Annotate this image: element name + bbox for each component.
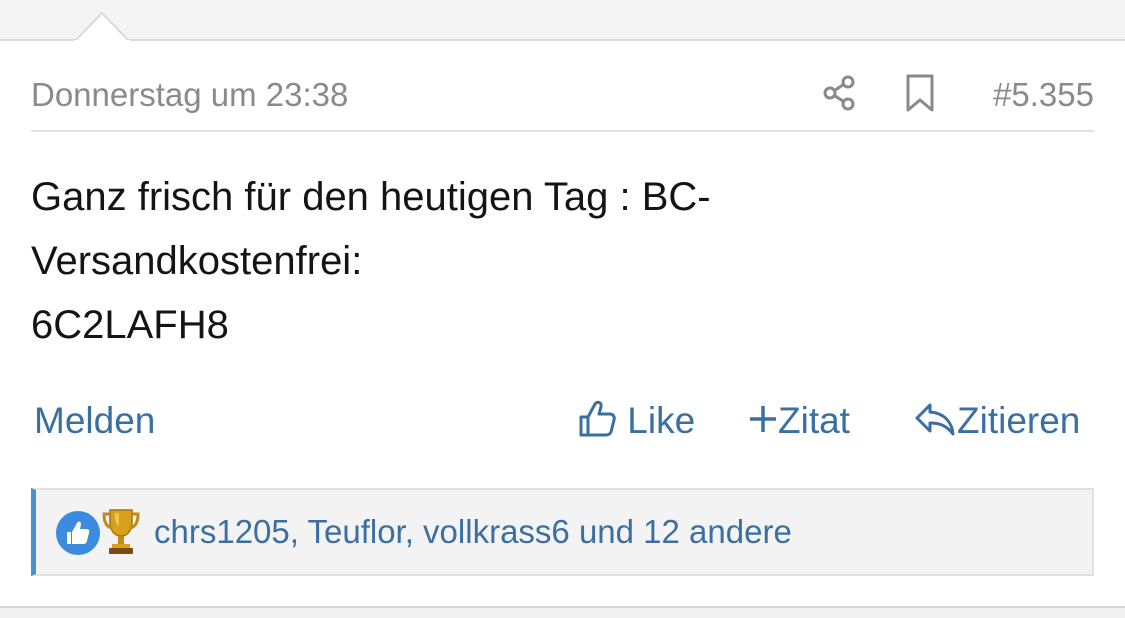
reply-icon: [915, 403, 955, 436]
report-link[interactable]: Melden: [34, 397, 155, 445]
quote-label: Zitat: [778, 400, 850, 441]
post-text-line: Ganz frisch für den heutigen Tag : BC-: [31, 175, 711, 219]
previous-post-strip: [0, 0, 1125, 41]
post-actions: Melden Like Zitat Zitieren: [31, 397, 1094, 445]
thumbs-up-icon: [579, 401, 616, 437]
post-date[interactable]: Donnerstag um 23:38: [31, 75, 348, 115]
reactions-bar[interactable]: chrs1205, Teuflor, vollkrass6 und 12 and…: [31, 488, 1094, 576]
bookmark-icon[interactable]: [903, 73, 937, 113]
reply-label: Zitieren: [957, 400, 1081, 441]
like-label: Like: [627, 400, 696, 441]
reaction-users-link[interactable]: chrs1205, Teuflor, vollkrass6 und 12 and…: [154, 510, 792, 554]
reply-button[interactable]: Zitieren: [913, 397, 1080, 445]
like-button[interactable]: Like: [577, 397, 695, 445]
trophy-reaction-icon: [102, 509, 140, 554]
post-header: Donnerstag um 23:38 #5.355: [31, 73, 1094, 132]
post-pointer-arrow: [74, 12, 130, 42]
post-number-link[interactable]: #5.355: [993, 75, 1094, 115]
plus-icon: [750, 406, 776, 433]
quote-button[interactable]: Zitat: [748, 397, 850, 445]
post-content: Ganz frisch für den heutigen Tag : BC- V…: [31, 165, 1094, 357]
post-text-line: Versandkostenfrei:: [31, 239, 363, 283]
like-reaction-icon: [56, 511, 100, 555]
forum-post: Donnerstag um 23:38 #5.355 Ganz frisch f…: [0, 41, 1125, 606]
post-divider: [0, 606, 1125, 618]
voucher-code: 6C2LAFH8: [31, 303, 229, 347]
share-icon[interactable]: [821, 73, 859, 113]
